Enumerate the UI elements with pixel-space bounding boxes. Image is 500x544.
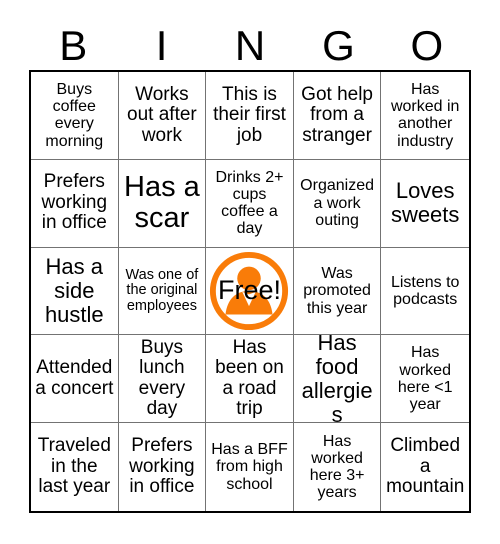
header-letter-i: I: [155, 22, 168, 69]
bingo-square-g3[interactable]: Was promoted this year: [293, 247, 382, 336]
bingo-square-b4[interactable]: Attended a concert: [31, 335, 119, 424]
bingo-square-i4[interactable]: Buys lunch every day: [118, 335, 207, 424]
bingo-square-label: Has a BFF from high school: [211, 441, 288, 493]
bingo-square-label: Was promoted this year: [303, 265, 371, 317]
bingo-square-b2[interactable]: Prefers working in office: [31, 159, 119, 248]
bingo-square-label: Has a side hustle: [44, 254, 104, 327]
bingo-square-b3[interactable]: Has a side hustle: [31, 247, 119, 336]
bingo-square-label: Got help from a stranger: [301, 83, 373, 146]
bingo-square-b5[interactable]: Traveled in the last year: [31, 423, 119, 511]
bingo-square-label: Drinks 2+ cups coffee a day: [215, 168, 284, 238]
bingo-square-label: Buys coffee every morning: [45, 80, 104, 150]
bingo-square-g1[interactable]: Got help from a stranger: [293, 72, 382, 160]
header-letter-n: N: [234, 22, 266, 69]
free-space-content: Free!: [206, 248, 293, 335]
bingo-square-o5[interactable]: Climbed a mountain: [381, 423, 469, 511]
bingo-square-b1[interactable]: Buys coffee every morning: [31, 72, 119, 160]
bingo-square-label: Works out after work: [127, 83, 197, 146]
bingo-square-o2[interactable]: Loves sweets: [381, 159, 469, 248]
bingo-card: B I N G O Buys coffee every morning Works…: [0, 0, 500, 544]
bingo-square-label: Has food allergies: [301, 335, 373, 424]
header-letter-o: O: [410, 22, 444, 69]
bingo-free-space[interactable]: Free!: [206, 247, 294, 336]
bingo-square-label: Loves sweets: [390, 178, 460, 228]
bingo-square-label: Buys lunch every day: [138, 336, 186, 420]
bingo-square-label: Has worked here <1 year: [397, 344, 453, 414]
bingo-square-label: Prefers working in office: [41, 171, 108, 234]
bingo-square-o1[interactable]: Has worked in another industry: [381, 72, 469, 160]
bingo-square-label: Has worked here 3+ years: [309, 432, 365, 502]
bingo-square-label: Traveled in the last year: [37, 435, 111, 498]
bingo-square-label: Organized a work outing: [300, 177, 374, 229]
bingo-square-i1[interactable]: Works out after work: [118, 72, 207, 160]
header-letter-b: B: [59, 22, 88, 69]
bingo-square-i5[interactable]: Prefers working in office: [118, 423, 207, 511]
bingo-square-i3[interactable]: Was one of the original employees: [118, 247, 207, 336]
bingo-grid: Buys coffee every morning Works out after…: [29, 70, 471, 513]
bingo-square-label: Climbed a mountain: [386, 435, 465, 498]
header-letter-g: G: [322, 22, 355, 69]
bingo-square-o3[interactable]: Listens to podcasts: [381, 247, 469, 336]
free-space-label: Free!: [217, 275, 281, 306]
bingo-square-g5[interactable]: Has worked here 3+ years: [293, 423, 382, 511]
bingo-square-n2[interactable]: Drinks 2+ cups coffee a day: [206, 159, 294, 248]
bingo-square-n5[interactable]: Has a BFF from high school: [206, 423, 294, 511]
bingo-square-label: Has a scar: [124, 170, 200, 235]
bingo-square-n4[interactable]: Has been on a road trip: [206, 335, 294, 424]
bingo-square-i2[interactable]: Has a scar: [118, 159, 207, 248]
bingo-header: B I N G O: [29, 22, 471, 70]
bingo-square-label: This is their first job: [213, 83, 286, 146]
bingo-square-label: Prefers working in office: [129, 435, 195, 498]
bingo-square-g2[interactable]: Organized a work outing: [293, 159, 382, 248]
bingo-square-g4[interactable]: Has food allergies: [293, 335, 382, 424]
bingo-square-n1[interactable]: This is their first job: [206, 72, 294, 160]
bingo-square-label: Was one of the original employees: [125, 266, 199, 314]
bingo-square-label: Attended a concert: [35, 357, 114, 399]
bingo-square-o4[interactable]: Has worked here <1 year: [381, 335, 469, 424]
bingo-square-label: Listens to podcasts: [390, 273, 460, 308]
bingo-square-label: Has been on a road trip: [215, 336, 284, 420]
bingo-square-label: Has worked in another industry: [390, 80, 460, 150]
